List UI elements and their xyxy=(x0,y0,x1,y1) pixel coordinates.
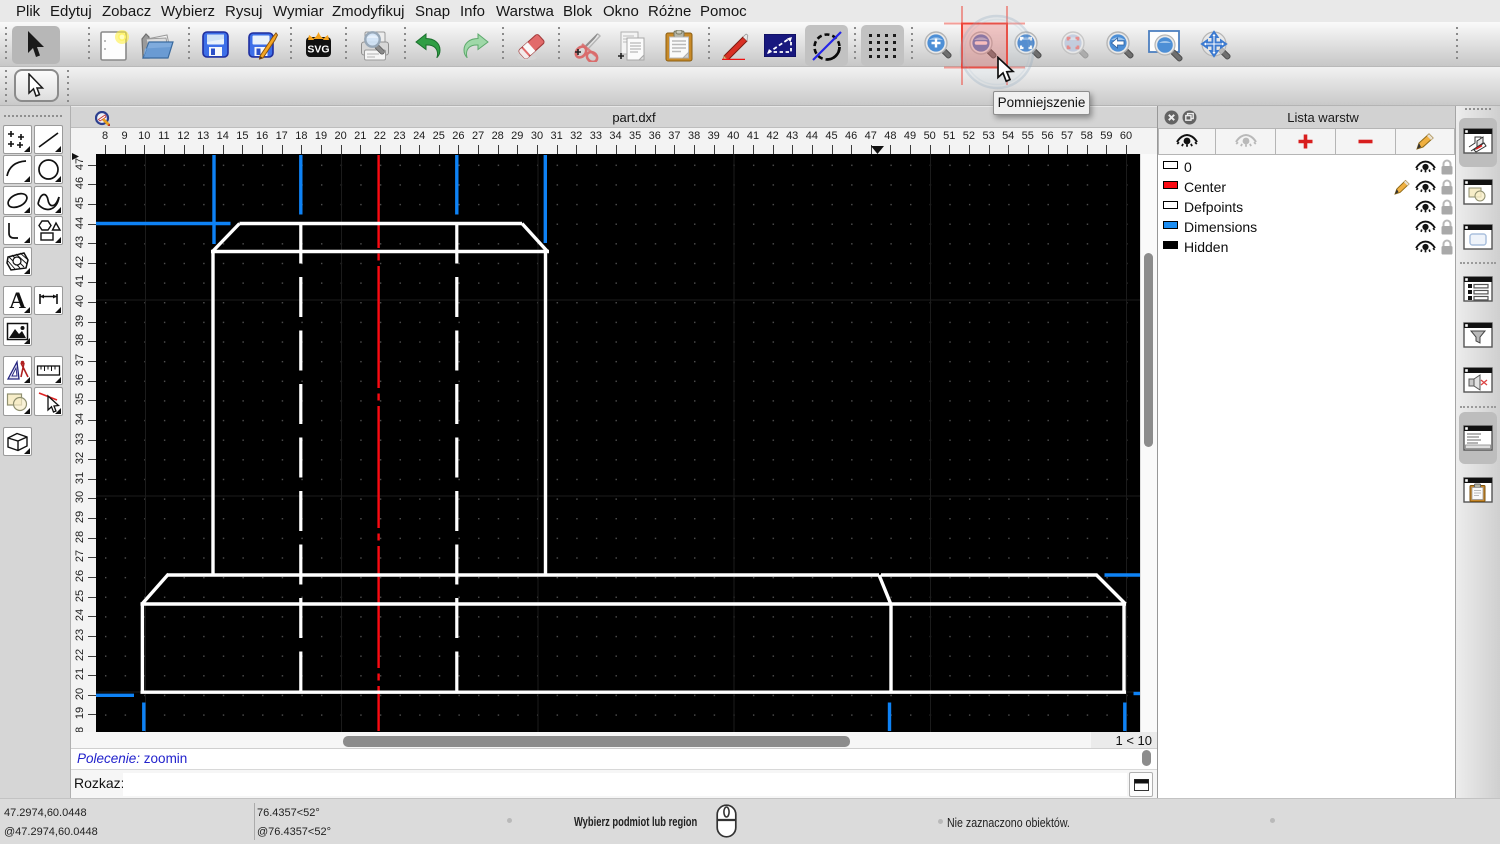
svg-text:A: A xyxy=(9,288,26,313)
svg-text:SVG: SVG xyxy=(307,44,329,56)
